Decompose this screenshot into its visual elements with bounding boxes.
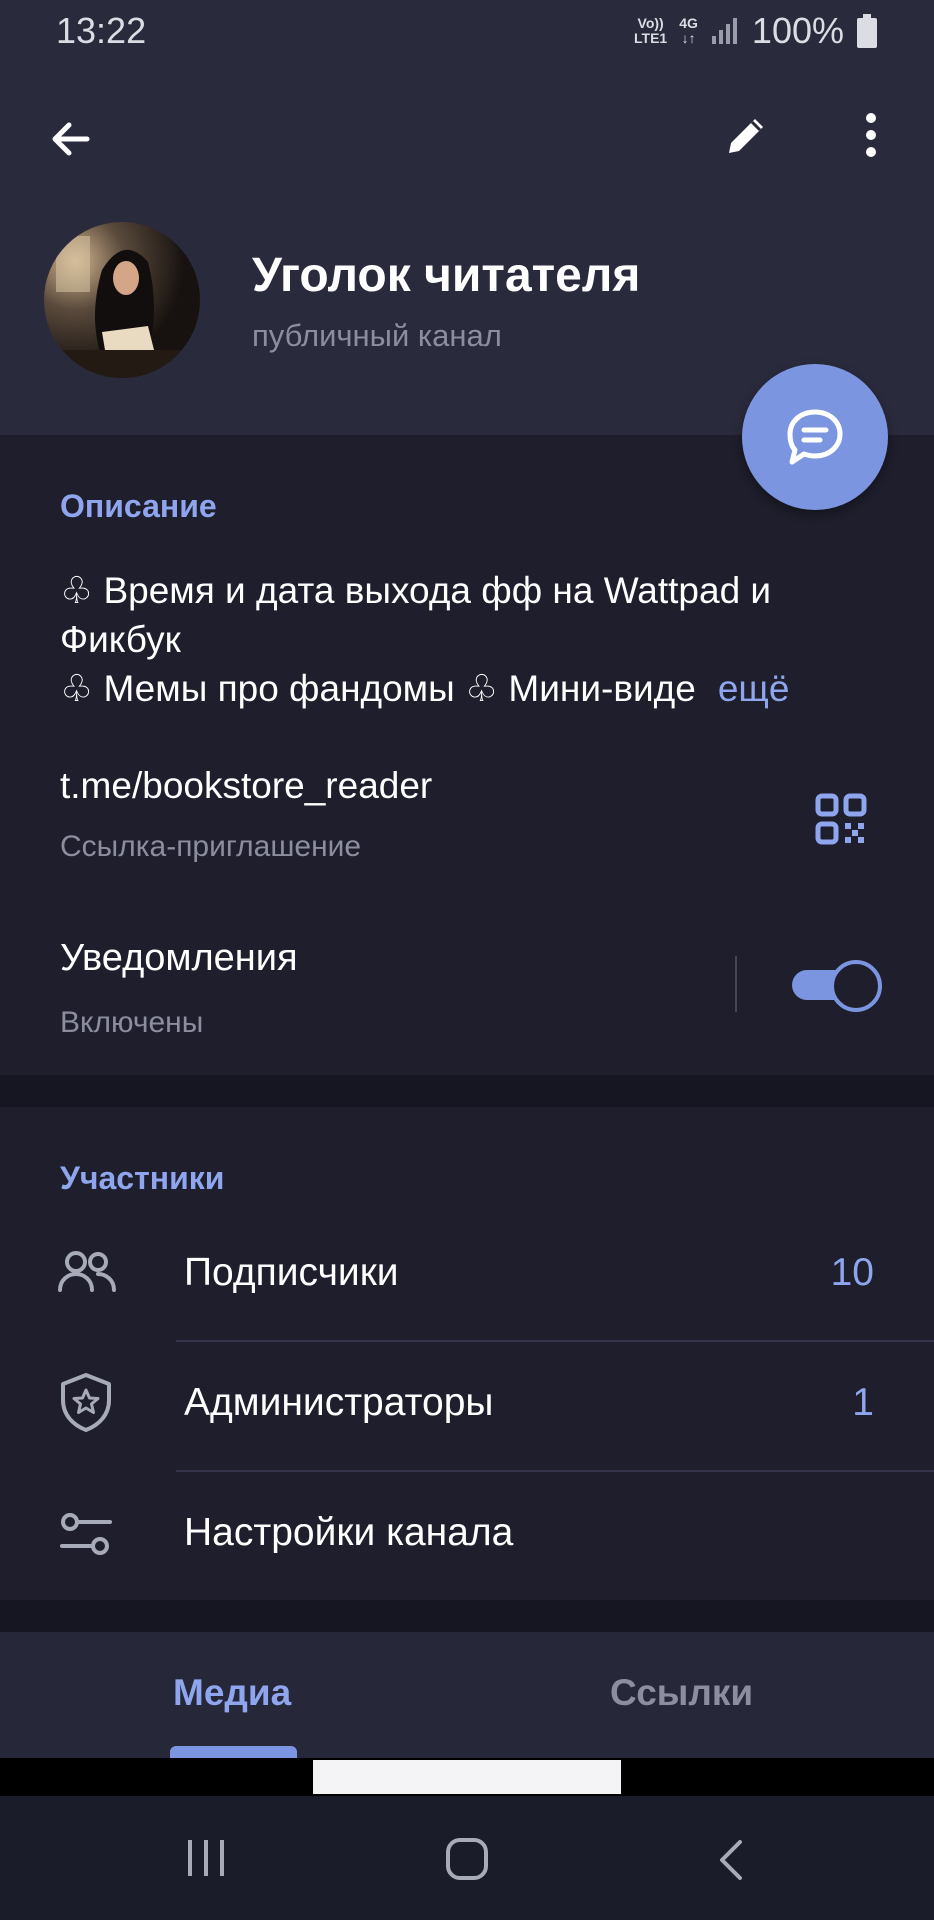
notifications-toggle[interactable] bbox=[792, 960, 882, 1012]
active-tab-indicator bbox=[170, 1746, 297, 1758]
more-vertical-icon bbox=[866, 113, 876, 157]
more-options-button[interactable] bbox=[836, 100, 906, 170]
back-button[interactable] bbox=[36, 104, 106, 174]
media-tabs bbox=[0, 1632, 934, 1758]
notifications-status: Включены bbox=[60, 1006, 204, 1039]
administrators-count: 1 bbox=[852, 1381, 874, 1424]
pencil-icon bbox=[729, 119, 763, 153]
invite-link-label: Ссылка-приглашение bbox=[60, 830, 362, 863]
volte-indicator: Vo)) LTE1 bbox=[634, 15, 668, 46]
status-time: 13:22 bbox=[56, 10, 147, 51]
description-text: ♧ Время и дата выхода фф на Wattpad и Фи… bbox=[60, 566, 880, 713]
qr-code-icon bbox=[815, 793, 867, 845]
channel-avatar[interactable] bbox=[44, 222, 200, 378]
home-icon[interactable] bbox=[444, 1836, 490, 1882]
vertical-divider bbox=[735, 956, 737, 1012]
subscribers-label: Подписчики bbox=[184, 1251, 399, 1294]
discussion-button[interactable] bbox=[742, 364, 888, 510]
description-line-1: ♧ Время и дата выхода фф на Wattpad и Фи… bbox=[60, 570, 772, 660]
channel-name: Уголок читателя bbox=[252, 249, 641, 302]
network-indicator: 4G ↓↑ bbox=[679, 15, 698, 46]
recent-apps-icon[interactable] bbox=[184, 1836, 228, 1880]
status-bar: 13:22 Vo)) LTE1 4G ↓↑ 100% bbox=[0, 0, 934, 64]
avatar-image bbox=[44, 222, 200, 378]
description-section-title: Описание bbox=[60, 488, 217, 524]
tab-media[interactable]: Медиа bbox=[173, 1672, 291, 1714]
chat-bubble-icon bbox=[787, 409, 843, 465]
more-link[interactable]: ещё bbox=[718, 668, 790, 709]
qr-code-button[interactable] bbox=[806, 784, 876, 854]
subscribers-count: 10 bbox=[830, 1251, 874, 1294]
members-section-title: Участники bbox=[60, 1160, 225, 1196]
battery-percent: 100% bbox=[751, 10, 844, 51]
users-icon bbox=[58, 1251, 116, 1292]
tab-links[interactable]: Ссылки bbox=[610, 1672, 753, 1714]
edit-button[interactable] bbox=[712, 100, 782, 170]
toggle-knob bbox=[830, 960, 882, 1012]
section-separator bbox=[0, 1075, 934, 1107]
invite-link[interactable]: t.me/bookstore_reader bbox=[60, 765, 432, 807]
signal-icon bbox=[711, 18, 737, 44]
status-icons: Vo)) LTE1 4G ↓↑ 100% bbox=[634, 10, 878, 52]
channel-settings-label: Настройки канала bbox=[184, 1511, 514, 1554]
section-separator bbox=[0, 1600, 934, 1632]
media-preview bbox=[313, 1760, 621, 1794]
arrow-left-icon bbox=[52, 122, 90, 156]
back-nav-icon[interactable] bbox=[712, 1838, 752, 1882]
channel-type: публичный канал bbox=[252, 318, 502, 353]
notifications-title[interactable]: Уведомления bbox=[60, 937, 298, 980]
battery-icon bbox=[857, 14, 877, 48]
settings-sliders-icon bbox=[60, 1513, 112, 1555]
shield-star-icon bbox=[61, 1373, 111, 1432]
subscribers-row[interactable] bbox=[0, 1225, 934, 1341]
administrators-label: Администраторы bbox=[184, 1381, 494, 1424]
description-line-2: ♧ Мемы про фандомы ♧ Мини-виде ещё bbox=[60, 668, 790, 709]
